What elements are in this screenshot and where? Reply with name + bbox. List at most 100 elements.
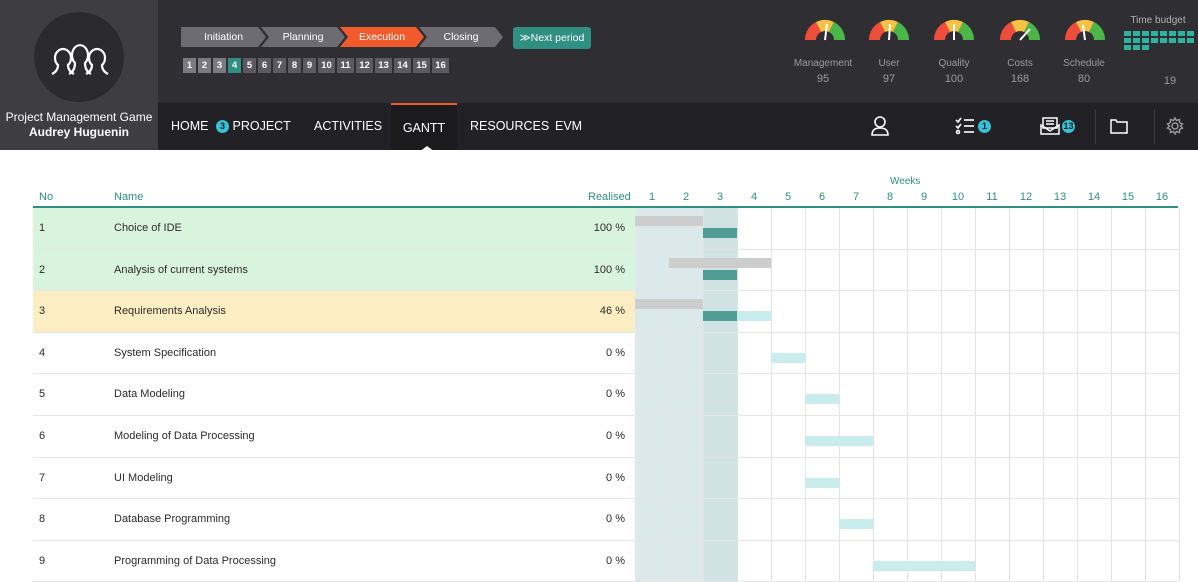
management-gauge-icon <box>802 10 848 46</box>
user-value: 97 <box>882 73 896 85</box>
period-week: 1 <box>183 58 196 73</box>
tasks-icon[interactable]: 1 <box>955 103 995 150</box>
week-gridline <box>1043 208 1044 581</box>
realised-percent: 0 % <box>606 388 625 401</box>
nav-resources[interactable]: RESOURCES <box>470 103 549 150</box>
week-header: 12 <box>1019 191 1033 203</box>
messages-icon[interactable]: 13 <box>1040 103 1080 150</box>
week-header: 1 <box>648 191 656 203</box>
row-gridline <box>635 290 1179 292</box>
row-gridline <box>635 373 1179 375</box>
nav-project-label: PROJECT <box>232 119 291 133</box>
activity-name: Choice of IDE <box>114 222 182 234</box>
gantt-bar-actual[interactable] <box>703 228 737 238</box>
table-row[interactable]: 7 UI Modeling 0 % <box>33 458 635 500</box>
quality-value: 100 <box>944 73 964 85</box>
row-gridline <box>635 248 1179 250</box>
gantt-bar-future[interactable] <box>873 560 975 571</box>
messages-badge: 13 <box>1062 120 1075 133</box>
period-week: 3 <box>213 58 226 73</box>
week-header: 16 <box>1155 191 1169 203</box>
week-header: 13 <box>1053 191 1067 203</box>
gantt-bar-actual[interactable] <box>703 269 737 280</box>
row-gridline <box>635 331 1179 333</box>
management-label: Management <box>793 58 853 69</box>
phase-closing[interactable]: Closing <box>419 27 503 47</box>
week-header: 14 <box>1087 191 1101 203</box>
week-gridline <box>941 208 942 581</box>
gantt-bar-plan[interactable] <box>669 257 771 268</box>
user-label: User <box>878 58 900 69</box>
gantt-bar-plan[interactable] <box>635 216 703 226</box>
gantt-bar-plan[interactable] <box>635 299 703 310</box>
table-row[interactable]: 3 Requirements Analysis 46 % <box>33 291 635 333</box>
gantt-bar-future[interactable] <box>805 477 839 488</box>
schedule-label: Schedule <box>1063 58 1105 69</box>
week-header: 6 <box>818 191 826 203</box>
user-profile-icon[interactable] <box>870 103 900 150</box>
schedule-gauge-icon <box>1062 10 1108 46</box>
next-period-button[interactable]: ≫Next period <box>513 27 591 49</box>
costs-label: Costs <box>1007 58 1033 69</box>
week-gridline <box>873 208 874 581</box>
game-title: Project Management Game <box>5 110 153 124</box>
realised-percent: 46 % <box>599 305 625 318</box>
period-week: 13 <box>375 58 392 73</box>
realised-percent: 100 % <box>593 263 625 276</box>
period-week: 6 <box>258 58 271 73</box>
period-week: 15 <box>413 58 430 73</box>
period-week: 12 <box>356 58 373 73</box>
user-name: Audrey Huguenin <box>28 125 129 139</box>
gantt-bar-future[interactable] <box>737 311 771 322</box>
phase-execution[interactable]: Execution <box>340 27 424 47</box>
nav-home[interactable]: HOME <box>171 103 209 150</box>
table-row[interactable]: 9 Programming of Data Processing 0 % <box>33 541 635 582</box>
realised-percent: 0 % <box>606 430 625 442</box>
table-row[interactable]: 4 System Specification 0 % <box>33 333 635 375</box>
week-gridline <box>975 208 976 581</box>
nav-evm[interactable]: EVM <box>555 103 582 150</box>
week-header: 8 <box>886 191 894 203</box>
week-gridline <box>1077 208 1078 581</box>
gantt-bar-actual[interactable] <box>703 311 737 322</box>
gantt-bar-future[interactable] <box>805 394 839 405</box>
folder-icon[interactable] <box>1110 103 1140 150</box>
row-number: 3 <box>39 305 46 318</box>
row-number: 4 <box>39 346 46 359</box>
phase-planning[interactable]: Planning <box>261 27 345 47</box>
team-logo-icon <box>34 12 124 102</box>
week-gridline <box>1145 208 1146 581</box>
row-gridline <box>635 498 1179 500</box>
row-number: 6 <box>39 430 46 442</box>
gantt-bar-future[interactable] <box>805 436 873 446</box>
top-header: Project Management Game Audrey Huguenin … <box>0 0 1198 150</box>
nav-gantt[interactable]: GANTT <box>391 103 457 150</box>
period-week: 9 <box>303 58 316 73</box>
period-week: 11 <box>337 58 354 73</box>
period-week: 16 <box>432 58 449 73</box>
week-header: 3 <box>716 191 724 203</box>
week-header: 2 <box>682 191 690 203</box>
col-header-name: Name <box>114 191 144 203</box>
gantt-bar-future[interactable] <box>839 519 873 530</box>
realised-percent: 0 % <box>606 513 625 526</box>
gantt-bar-future[interactable] <box>771 352 805 363</box>
table-row[interactable]: 1 Choice of IDE 100 % <box>33 208 635 250</box>
activity-name: Database Programming <box>114 513 231 526</box>
time-budget-label: Time budget <box>1130 15 1186 26</box>
row-gridline <box>635 539 1179 541</box>
activity-name: System Specification <box>114 346 217 359</box>
nav-activities[interactable]: ACTIVITIES <box>314 103 382 150</box>
week-header: 9 <box>920 191 928 203</box>
table-row[interactable]: 8 Database Programming 0 % <box>33 499 635 541</box>
costs-gauge-icon <box>997 10 1043 46</box>
table-row[interactable]: 2 Analysis of current systems 100 % <box>33 249 635 292</box>
nav-project[interactable]: 3 PROJECT <box>216 103 291 150</box>
table-row[interactable]: 6 Modeling of Data Processing 0 % <box>33 416 635 458</box>
phase-initiation[interactable]: Initiation <box>181 27 266 47</box>
settings-gear-icon[interactable] <box>1166 103 1196 150</box>
row-number: 1 <box>39 222 46 234</box>
row-number: 8 <box>39 513 46 526</box>
table-row[interactable]: 5 Data Modeling 0 % <box>33 374 635 416</box>
quality-gauge-icon <box>931 10 977 46</box>
